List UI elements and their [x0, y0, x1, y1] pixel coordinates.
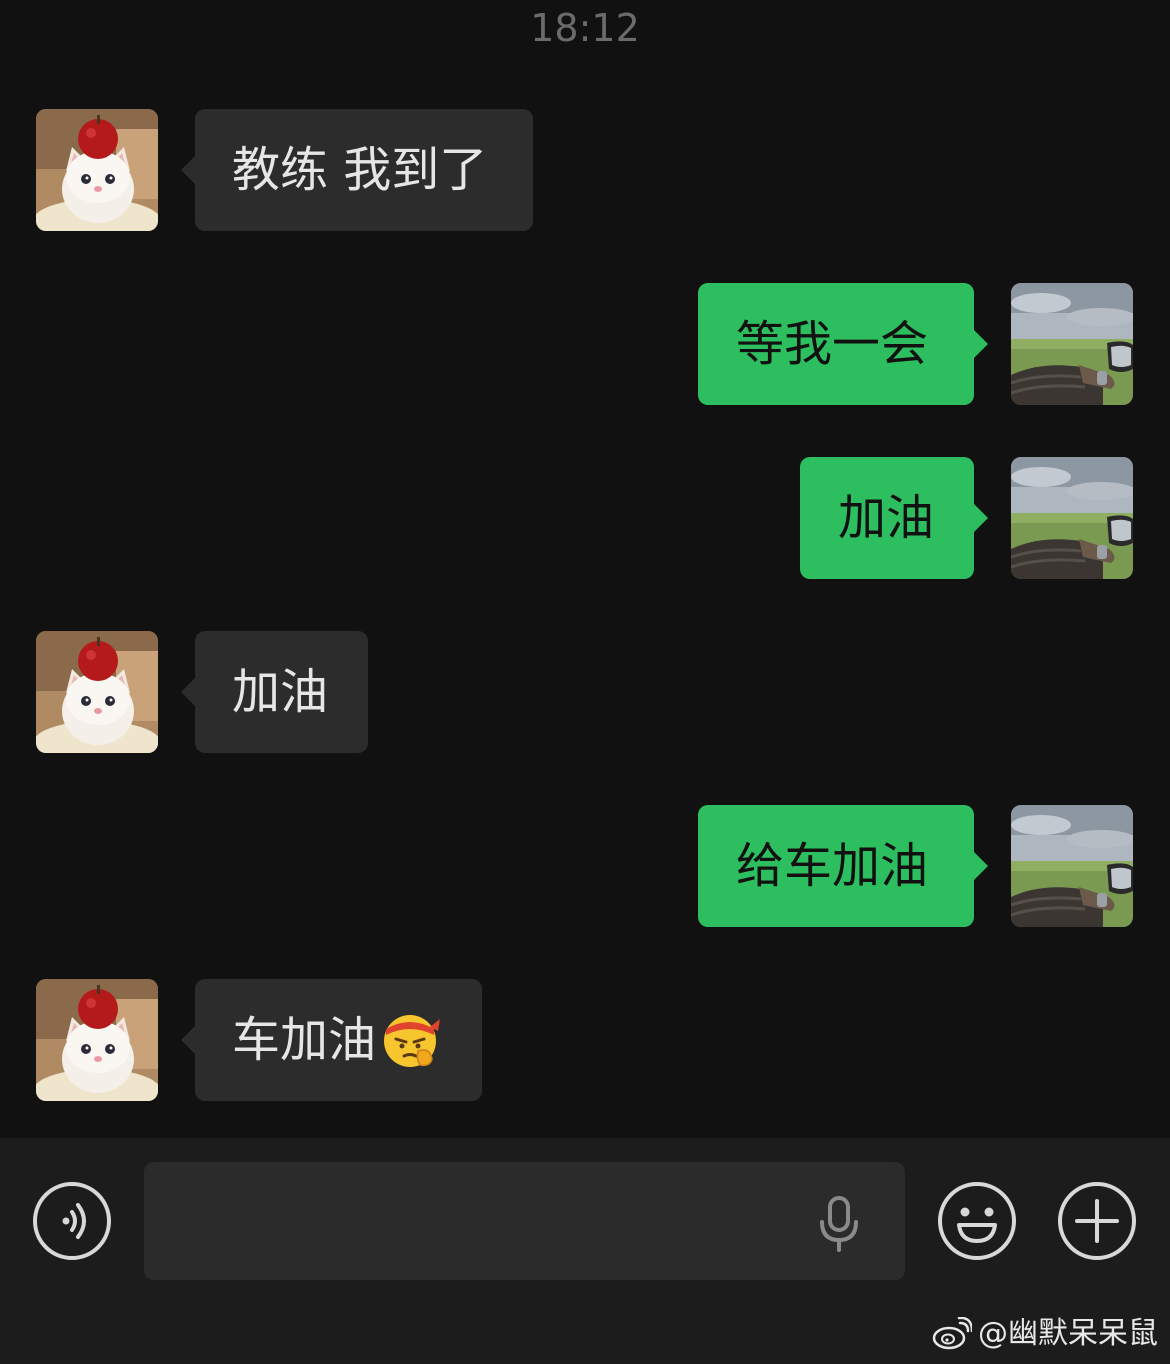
self-avatar[interactable] [1011, 805, 1133, 927]
watermark-text: @幽默呆呆鼠 [978, 1316, 1158, 1351]
bubble-tail [181, 156, 195, 184]
watermark: @幽默呆呆鼠 [932, 1314, 1158, 1354]
plus-icon[interactable] [1057, 1181, 1137, 1261]
bubble-tail [974, 852, 988, 880]
bubble-tail [181, 678, 195, 706]
weibo-logo [932, 1317, 972, 1350]
input-bar: @幽默呆呆鼠 [0, 1138, 1170, 1364]
message-text: 给车加油 [736, 838, 929, 894]
contact-avatar[interactable] [36, 109, 158, 231]
contact-avatar[interactable] [36, 631, 158, 753]
message-bubble-outgoing[interactable]: 给车加油 [698, 805, 988, 927]
timestamp: 18:12 [530, 6, 640, 50]
message-bubble-incoming[interactable]: 车加油 [181, 979, 482, 1101]
self-avatar[interactable] [1011, 283, 1133, 405]
message-bubble-incoming[interactable]: 加油 [181, 631, 368, 753]
bubble-tail [974, 504, 988, 532]
self-avatar[interactable] [1011, 457, 1133, 579]
message-text: 加油 [232, 664, 329, 720]
bubble-tail [974, 330, 988, 358]
contact-avatar[interactable] [36, 979, 158, 1101]
bubble-tail [181, 1026, 195, 1054]
message-bubble-outgoing[interactable]: 等我一会 [698, 283, 988, 405]
message-input[interactable] [144, 1162, 905, 1280]
message-text: 加油 [838, 490, 935, 546]
message-text: 教练 我到了 [232, 142, 488, 198]
determined-headband-face-emoji [384, 1015, 441, 1067]
microphone-icon[interactable] [816, 1196, 862, 1252]
message-bubble-incoming[interactable]: 教练 我到了 [181, 109, 533, 231]
message-text: 车加油 [232, 1012, 377, 1068]
message-bubble-outgoing[interactable]: 加油 [800, 457, 988, 579]
voice-mode-icon[interactable] [32, 1181, 112, 1261]
smiley-face-icon[interactable] [937, 1181, 1017, 1261]
message-text: 等我一会 [736, 316, 929, 372]
